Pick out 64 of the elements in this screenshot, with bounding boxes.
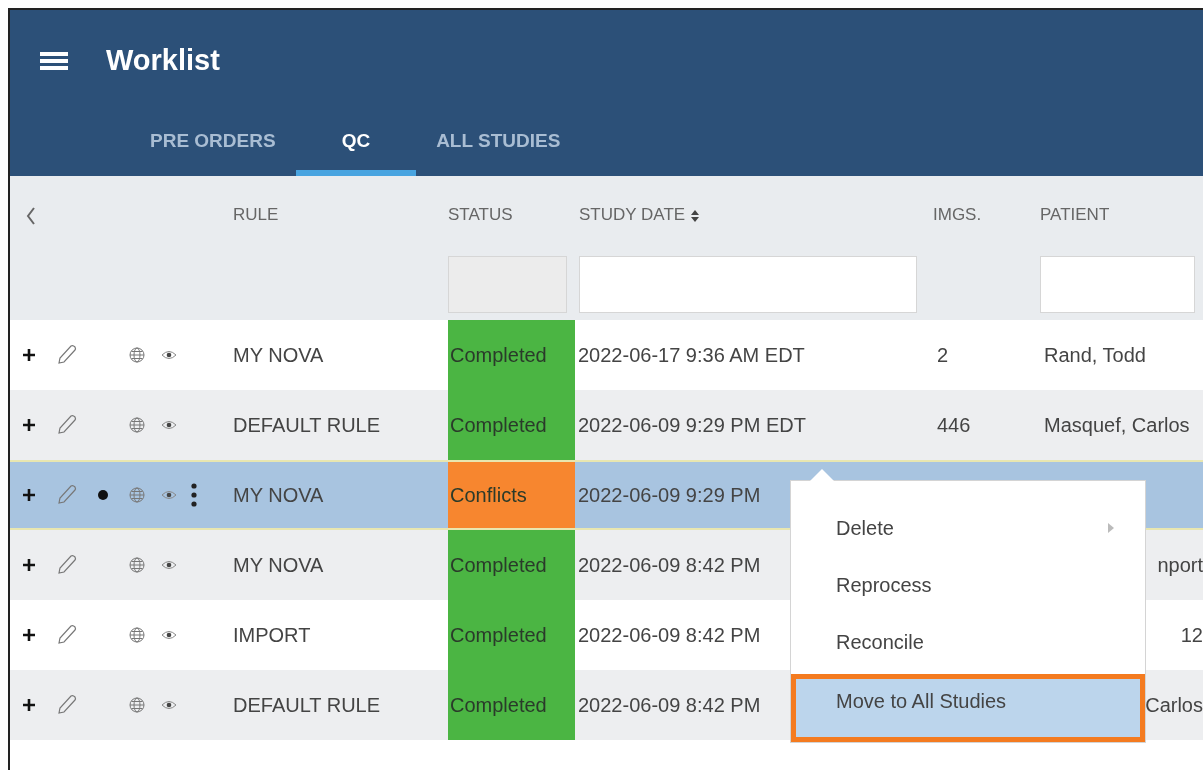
table-cell: Carlos: [1145, 694, 1203, 716]
eye-icon[interactable]: [161, 630, 177, 640]
sort-icon[interactable]: [689, 208, 700, 223]
menu-item[interactable]: Move to All Studies: [791, 674, 1145, 742]
status-cell: Completed: [448, 530, 575, 600]
plus-icon[interactable]: [22, 418, 36, 432]
pencil-icon[interactable]: [55, 413, 79, 437]
plus-icon[interactable]: [22, 558, 36, 572]
table-cell: IMPORT: [233, 624, 311, 646]
table-cell: MY NOVA: [233, 484, 324, 506]
table-cell: 2022-06-09 9:29 PM EDT: [578, 414, 806, 436]
pencil-icon[interactable]: [55, 343, 79, 367]
eye-icon[interactable]: [161, 420, 177, 430]
table-cell: 2: [937, 344, 949, 366]
filter-field[interactable]: [579, 255, 917, 313]
globe-icon[interactable]: [129, 557, 145, 573]
status-cell: Conflicts: [448, 462, 575, 528]
plus-icon[interactable]: [22, 348, 36, 362]
globe-icon[interactable]: [129, 627, 145, 643]
table-cell: MY NOVA: [233, 554, 324, 576]
table-cell: DEFAULT RULE: [233, 694, 381, 716]
status-cell: Completed: [448, 670, 575, 740]
filter-field[interactable]: [1040, 255, 1195, 313]
tab[interactable]: PRE ORDERS: [130, 112, 296, 176]
table-cell: 2022-06-17 9:36 AM EDT: [578, 344, 805, 366]
plus-icon[interactable]: [22, 628, 36, 642]
globe-icon[interactable]: [129, 347, 145, 363]
plus-icon[interactable]: [22, 488, 36, 502]
eye-icon[interactable]: [161, 490, 177, 500]
column-header: IMGS.: [933, 204, 982, 227]
table-cell: 2022-06-09 8:42 PM: [578, 554, 761, 576]
column-header: STATUS: [448, 204, 513, 227]
pencil-icon[interactable]: [55, 553, 79, 577]
status-cell: Completed: [448, 320, 575, 390]
globe-icon[interactable]: [129, 697, 145, 713]
menu-icon[interactable]: [40, 51, 68, 71]
table-cell: 2022-06-09 8:42 PM: [578, 694, 761, 716]
table-cell: 12: [1180, 624, 1203, 646]
globe-icon[interactable]: [129, 417, 145, 433]
table-cell: Rand, Todd: [1044, 344, 1146, 366]
table-cell: Masquef, Carlos: [1044, 414, 1190, 436]
eye-icon[interactable]: [161, 700, 177, 710]
pencil-icon[interactable]: [55, 623, 79, 647]
app-title: Worklist: [106, 43, 220, 79]
column-header: PATIENT: [1040, 204, 1110, 227]
eye-icon[interactable]: [161, 350, 177, 360]
eye-icon[interactable]: [161, 560, 177, 570]
pencil-icon[interactable]: [55, 693, 79, 717]
column-header[interactable]: STUDY DATE: [579, 202, 700, 228]
submenu-arrow-icon: [1107, 521, 1115, 534]
column-header: RULE: [233, 204, 279, 227]
back-chevron-icon[interactable]: [26, 206, 36, 225]
table-cell: 446: [937, 414, 971, 436]
table-cell: nport: [1157, 554, 1203, 576]
status-cell: Completed: [448, 600, 575, 670]
status-cell: Completed: [448, 390, 575, 460]
tab[interactable]: ALL STUDIES: [416, 112, 581, 176]
plus-icon[interactable]: [22, 698, 36, 712]
table-cell: DEFAULT RULE: [233, 414, 381, 436]
table-cell: 2022-06-09 9:29 PM: [578, 484, 761, 506]
table-cell: 2022-06-09 8:42 PM: [578, 624, 761, 646]
globe-icon[interactable]: [129, 487, 145, 503]
table-cell: MY NOVA: [233, 344, 324, 366]
more-options-icon[interactable]: [191, 483, 197, 507]
